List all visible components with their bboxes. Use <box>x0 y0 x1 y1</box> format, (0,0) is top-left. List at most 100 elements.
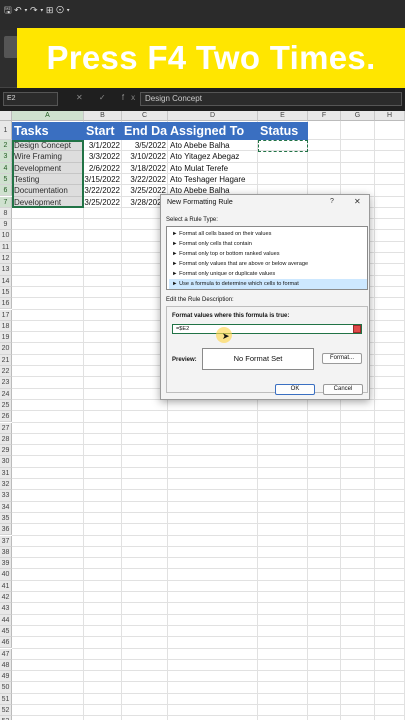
row-header[interactable]: 13 <box>0 264 12 276</box>
row-header[interactable]: 5 <box>0 173 12 186</box>
formula-input[interactable]: Design Concept <box>140 92 402 106</box>
rule-type-item[interactable]: ► Format only top or bottom ranked value… <box>169 249 367 259</box>
row-header[interactable]: 23 <box>0 377 12 389</box>
table-header-cell[interactable]: Assigned To <box>168 122 258 140</box>
paste-icon[interactable] <box>4 36 18 58</box>
row-header[interactable]: 53 <box>0 716 12 720</box>
row-header[interactable]: 18 <box>0 320 12 333</box>
format-button[interactable]: Format... <box>322 353 362 364</box>
rule-type-item[interactable]: ► Use a formula to determine which cells… <box>169 279 367 289</box>
row-header[interactable]: 11 <box>0 241 12 253</box>
cancel-button[interactable]: Cancel <box>323 384 363 395</box>
row-header[interactable]: 7 <box>0 196 12 208</box>
row-header[interactable]: 26 <box>0 411 12 423</box>
row-header[interactable]: 42 <box>0 592 12 604</box>
row-header[interactable]: 27 <box>0 422 12 434</box>
row-header[interactable]: 20 <box>0 343 12 355</box>
rule-type-item[interactable]: ► Format only cells that contain <box>169 239 367 249</box>
row-header[interactable]: 32 <box>0 479 12 491</box>
row-header[interactable]: 14 <box>0 275 12 287</box>
row-header[interactable]: 41 <box>0 580 12 592</box>
table-header-cell[interactable]: Start <box>84 122 122 140</box>
table-cell[interactable]: 3/1/2022 <box>84 140 122 151</box>
row-header[interactable]: 39 <box>0 558 12 570</box>
row-header[interactable]: 25 <box>0 399 12 412</box>
row-header[interactable]: 51 <box>0 693 12 705</box>
row-header[interactable]: 35 <box>0 512 12 525</box>
row-header[interactable]: 15 <box>0 286 12 299</box>
row-header[interactable]: 46 <box>0 637 12 649</box>
row-header[interactable]: 19 <box>0 332 12 344</box>
column-header-e[interactable]: E <box>258 111 308 121</box>
row-header[interactable]: 22 <box>0 366 12 378</box>
table-cell[interactable]: Ato Abebe Balha <box>168 140 258 151</box>
column-header-a[interactable]: A <box>12 111 84 121</box>
column-header-h[interactable]: H <box>375 111 405 121</box>
row-header[interactable]: 38 <box>0 546 12 559</box>
row-header[interactable]: 49 <box>0 671 12 683</box>
quick-access-toolbar[interactable]: 🖫 ↶ ▾ ↷ ▾ ⊞ ⊙ ▾ <box>4 3 70 19</box>
row-header[interactable]: 9 <box>0 219 12 231</box>
row-header[interactable]: 34 <box>0 501 12 513</box>
table-cell[interactable]: 3/3/2022 <box>84 151 122 162</box>
table-cell[interactable]: 2/6/2022 <box>84 163 122 174</box>
row-header[interactable]: 21 <box>0 354 12 366</box>
table-cell[interactable]: Ato Yitagez Abegaz <box>168 151 258 162</box>
row-header[interactable]: 43 <box>0 603 12 615</box>
help-icon[interactable]: ? <box>330 198 334 205</box>
row-header[interactable]: 16 <box>0 298 12 310</box>
table-cell[interactable]: 3/5/2022 <box>122 140 168 151</box>
collapse-dialog-icon[interactable] <box>353 325 361 333</box>
row-header[interactable]: 37 <box>0 535 12 547</box>
row-header[interactable]: 47 <box>0 648 12 660</box>
row-header[interactable]: 48 <box>0 659 12 672</box>
table-cell[interactable]: 3/25/2022 <box>84 197 122 208</box>
row-header[interactable]: 6 <box>0 185 12 197</box>
row-header[interactable]: 40 <box>0 569 12 581</box>
column-header-f[interactable]: F <box>308 111 341 121</box>
row-header[interactable]: 44 <box>0 614 12 626</box>
table-cell[interactable]: 3/22/2022 <box>122 174 168 185</box>
table-cell[interactable]: 3/22/2022 <box>84 185 122 196</box>
row-header[interactable]: 52 <box>0 705 12 717</box>
table-cell[interactable]: Ato Mulat Terefe <box>168 163 258 174</box>
table-cell[interactable]: 3/15/2022 <box>84 174 122 185</box>
column-header-c[interactable]: C <box>122 111 168 121</box>
formula-bar-icons[interactable]: ✕ ✓ fx <box>76 93 142 102</box>
column-header-b[interactable]: B <box>84 111 122 121</box>
row-header[interactable]: 33 <box>0 490 12 502</box>
table-header-cell[interactable]: End Da <box>122 122 168 140</box>
table-cell[interactable]: Ato Teshager Hagare <box>168 174 258 185</box>
row-header[interactable]: 12 <box>0 253 12 265</box>
table-header-cell[interactable]: Tasks <box>12 122 84 140</box>
row-header[interactable]: 3 <box>0 151 12 163</box>
table-header-cell[interactable]: Status <box>258 122 308 140</box>
name-box[interactable]: E2 <box>3 92 58 106</box>
table-cell[interactable]: 3/10/2022 <box>122 151 168 162</box>
ok-button[interactable]: OK <box>275 384 315 395</box>
close-icon[interactable]: ✕ <box>354 197 361 206</box>
row-header[interactable]: 10 <box>0 230 12 242</box>
column-header-d[interactable]: D <box>168 111 258 121</box>
row-header[interactable]: 45 <box>0 625 12 638</box>
rule-type-item[interactable]: ► Format only unique or duplicate values <box>169 269 367 279</box>
row-header[interactable]: 50 <box>0 682 12 694</box>
row-header[interactable]: 2 <box>0 140 12 152</box>
row-header[interactable]: 29 <box>0 445 12 457</box>
row-header[interactable]: 28 <box>0 433 12 446</box>
row-header[interactable]: 24 <box>0 388 12 400</box>
row-header[interactable]: 31 <box>0 467 12 479</box>
row-header[interactable]: 30 <box>0 456 12 468</box>
rule-formula-input[interactable]: =$E2 <box>172 324 362 334</box>
rule-type-item[interactable]: ► Format only values that are above or b… <box>169 259 367 269</box>
rule-type-item[interactable]: ► Format all cells based on their values <box>169 229 367 239</box>
select-all-corner[interactable] <box>0 111 12 121</box>
row-header[interactable]: 8 <box>0 207 12 220</box>
row-header[interactable]: 4 <box>0 162 12 174</box>
row-header[interactable]: 36 <box>0 524 12 536</box>
column-header-g[interactable]: G <box>341 111 375 121</box>
table-cell[interactable]: 3/18/2022 <box>122 163 168 174</box>
row-header[interactable]: 17 <box>0 309 12 321</box>
rule-type-list[interactable]: ► Format all cells based on their values… <box>166 226 368 290</box>
row-header[interactable]: 1 <box>0 121 12 140</box>
